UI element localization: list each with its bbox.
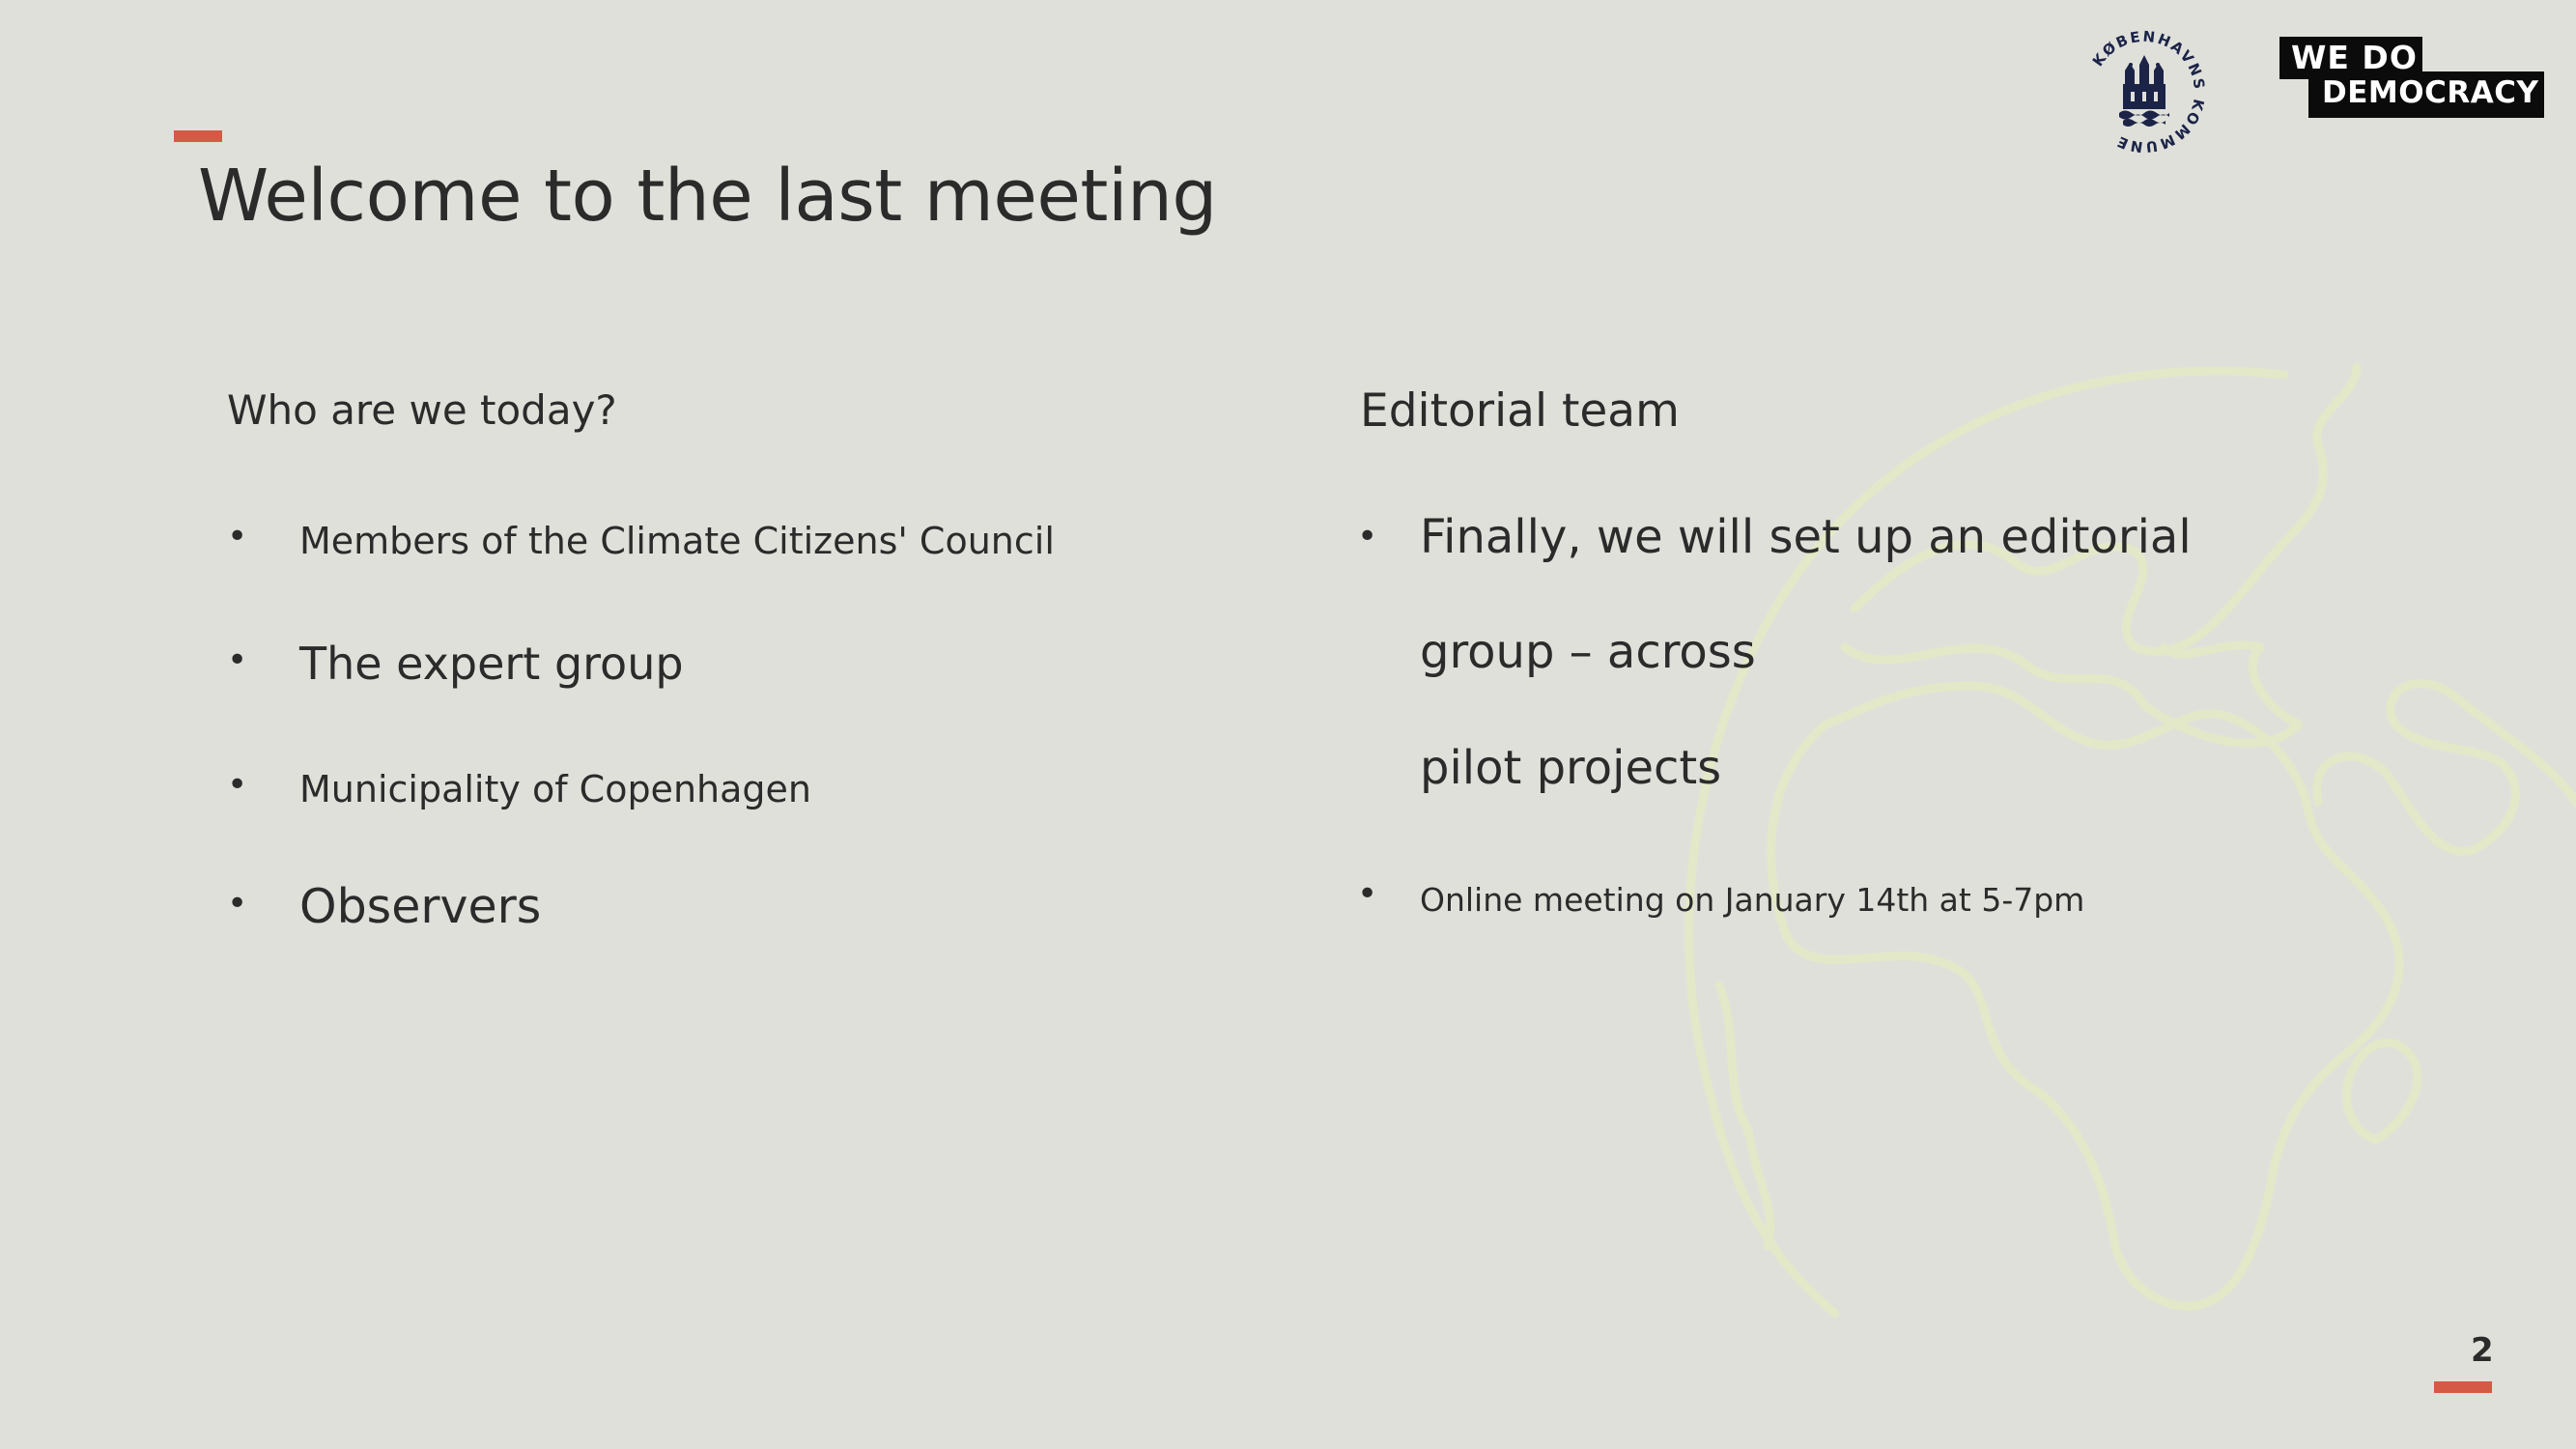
right-column-heading: Editorial team — [1360, 384, 1680, 438]
bullet-dot: • — [227, 765, 248, 805]
page-title: Welcome to the last meeting — [198, 155, 1217, 238]
title-accent-bar — [174, 130, 222, 142]
list-item: Municipality of Copenhagen — [299, 768, 811, 810]
we-do-democracy-logo: WE DO DEMOCRACY — [2279, 37, 2544, 118]
list-item-line: pilot projects — [1420, 741, 1722, 795]
logo-we-do-text: WE DO — [2291, 39, 2418, 76]
city-seal-icon: KØBENHAVNS KOMMUNE — [2089, 28, 2206, 156]
bullet-dot: • — [227, 517, 248, 556]
left-column-heading: Who are we today? — [227, 386, 617, 434]
bullet-dot: • — [1357, 517, 1378, 556]
list-item: Members of the Climate Citizens' Council — [299, 520, 1055, 562]
list-item-line: Finally, we will set up an editorial — [1420, 510, 2192, 564]
bullet-dot: • — [1357, 874, 1378, 914]
bullet-dot: • — [227, 884, 248, 923]
list-item: Online meeting on January 14th at 5-7pm — [1420, 881, 2085, 919]
logo-democracy-text: DEMOCRACY — [2322, 75, 2539, 110]
list-item: Observers — [299, 879, 542, 934]
globe-outline-icon — [1684, 362, 2576, 1319]
list-item-line: group – across — [1420, 625, 1756, 679]
list-item: The expert group — [299, 638, 684, 690]
bullet-dot: • — [227, 640, 248, 680]
page-number: 2 — [2471, 1331, 2494, 1370]
footer-accent-bar — [2434, 1381, 2492, 1393]
